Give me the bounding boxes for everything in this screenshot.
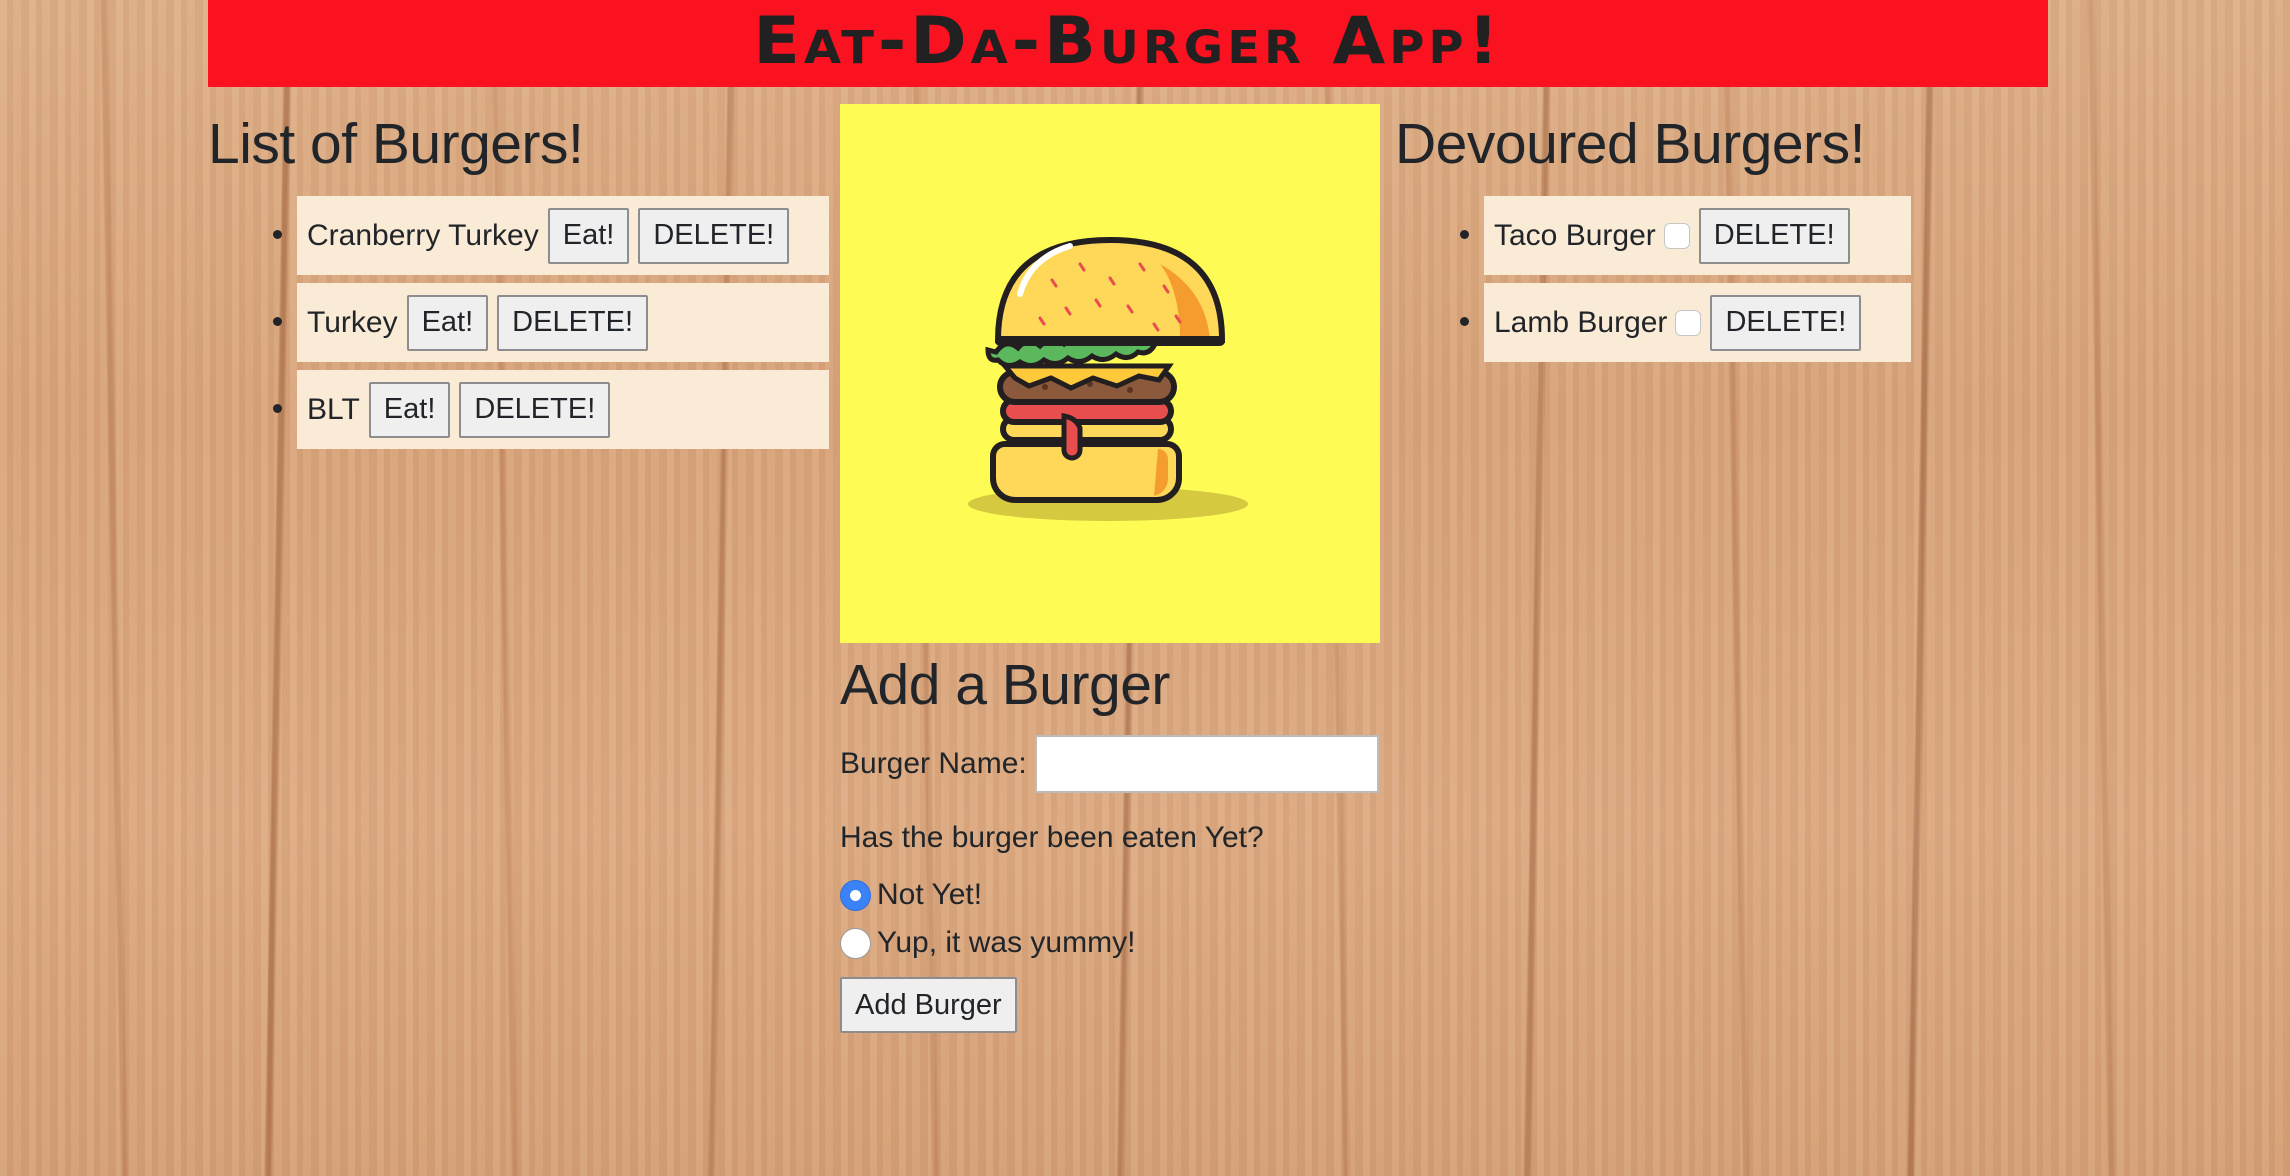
burger-list-title: List of Burgers! xyxy=(208,112,584,176)
burger-name-row: Burger Name: xyxy=(840,735,1400,793)
radio-option-yummy[interactable]: Yup, it was yummy! xyxy=(840,919,1400,967)
burger-list-section: List of Burgers! Cranberry Turkey Eat! D… xyxy=(208,104,829,457)
add-burger-title: Add a Burger xyxy=(840,653,1170,717)
radio-label: Yup, it was yummy! xyxy=(877,926,1136,959)
devoured-checkbox[interactable] xyxy=(1675,309,1702,336)
app-title: Eat-Da-Burger App! xyxy=(753,3,1503,79)
burger-icon xyxy=(840,104,1380,643)
burger-name: Turkey xyxy=(307,305,398,339)
header-banner: Eat-Da-Burger App! xyxy=(208,0,2048,87)
add-burger-button[interactable]: Add Burger xyxy=(840,977,1017,1033)
burger-name: BLT xyxy=(307,392,360,426)
eat-button[interactable]: Eat! xyxy=(368,381,451,438)
delete-button[interactable]: DELETE! xyxy=(459,381,611,438)
radio-label: Not Yet! xyxy=(877,878,983,911)
devoured-section: Devoured Burgers! Taco Burger DELETE! La… xyxy=(1395,104,2015,370)
burger-item: Turkey Eat! DELETE! xyxy=(297,283,829,362)
delete-button[interactable]: DELETE! xyxy=(638,207,790,264)
burger-item: Cranberry Turkey Eat! DELETE! xyxy=(297,196,829,275)
list-item: Lamb Burger DELETE! xyxy=(1484,283,2015,362)
delete-button[interactable]: DELETE! xyxy=(1698,207,1850,264)
eat-button[interactable]: Eat! xyxy=(406,294,489,351)
eaten-question: Has the burger been eaten Yet? xyxy=(840,821,1264,854)
burger-item: BLT Eat! DELETE! xyxy=(297,370,829,449)
list-item: Taco Burger DELETE! xyxy=(1484,196,2015,275)
radio-option-not-yet[interactable]: Not Yet! xyxy=(840,871,1400,919)
devoured-title: Devoured Burgers! xyxy=(1395,112,1865,176)
eat-button[interactable]: Eat! xyxy=(547,207,630,264)
delete-button[interactable]: DELETE! xyxy=(1710,294,1862,351)
devoured-item: Lamb Burger DELETE! xyxy=(1484,283,1911,362)
devoured-item: Taco Burger DELETE! xyxy=(1484,196,1911,275)
burger-name: Taco Burger xyxy=(1494,218,1656,252)
burger-name: Cranberry Turkey xyxy=(307,218,539,252)
devoured-list: Taco Burger DELETE! Lamb Burger DELETE! xyxy=(1395,196,2015,362)
add-burger-section: Add a Burger Burger Name: Has the burger… xyxy=(840,104,1400,1033)
delete-button[interactable]: DELETE! xyxy=(497,294,649,351)
burger-name-input[interactable] xyxy=(1034,735,1379,793)
burger-name-label: Burger Name: xyxy=(840,747,1027,780)
list-item: Turkey Eat! DELETE! xyxy=(297,283,829,362)
list-item: Cranberry Turkey Eat! DELETE! xyxy=(297,196,829,275)
radio-yummy[interactable] xyxy=(840,927,871,959)
burger-name: Lamb Burger xyxy=(1494,305,1668,339)
list-item: BLT Eat! DELETE! xyxy=(297,370,829,449)
devoured-checkbox[interactable] xyxy=(1663,222,1690,249)
burger-list: Cranberry Turkey Eat! DELETE! Turkey Eat… xyxy=(208,196,829,449)
radio-not-yet[interactable] xyxy=(840,879,871,911)
